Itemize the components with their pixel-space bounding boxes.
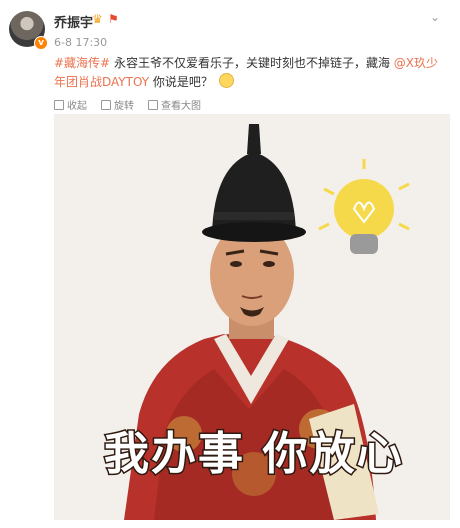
collect-icon [54,99,64,110]
chevron-down-icon[interactable]: ⌄ [430,10,440,24]
rotate-button[interactable]: 旋转 [101,97,134,112]
post-image[interactable]: 我办事 你放心 [54,114,450,520]
hashtag-link[interactable]: #藏海传# [54,56,110,70]
emoji-icon [218,73,234,88]
flag-icon: ⚑ [108,12,119,26]
post-card: v 乔振宇 ♛ ⚑ 6-8 17:30 ⌄ #藏海传# 永容王爷不仅爱看乐子，关… [0,0,460,528]
crown-icon: ♛ [92,12,103,26]
post-body: 永容王爷不仅爱看乐子，关键时刻也不掉链子，藏海 [113,56,390,70]
collect-button[interactable]: 收起 [54,97,87,112]
verified-badge-icon: v [34,36,48,50]
image-caption: 我办事 你放心 [103,426,404,482]
post-time[interactable]: 6-8 17:30 [54,36,107,49]
rotate-icon [101,99,111,110]
view-large-button[interactable]: 查看大图 [148,97,201,112]
post-body-end: 你说是吧？ [152,75,213,89]
image-toolbar: 收起 旋转 查看大图 [54,97,201,112]
author-name[interactable]: 乔振宇 [54,12,93,31]
post-text: #藏海传# 永容王爷不仅爱看乐子，关键时刻也不掉链子，藏海 @X玖少年团肖战DA… [54,54,450,92]
view-large-icon [148,99,158,110]
